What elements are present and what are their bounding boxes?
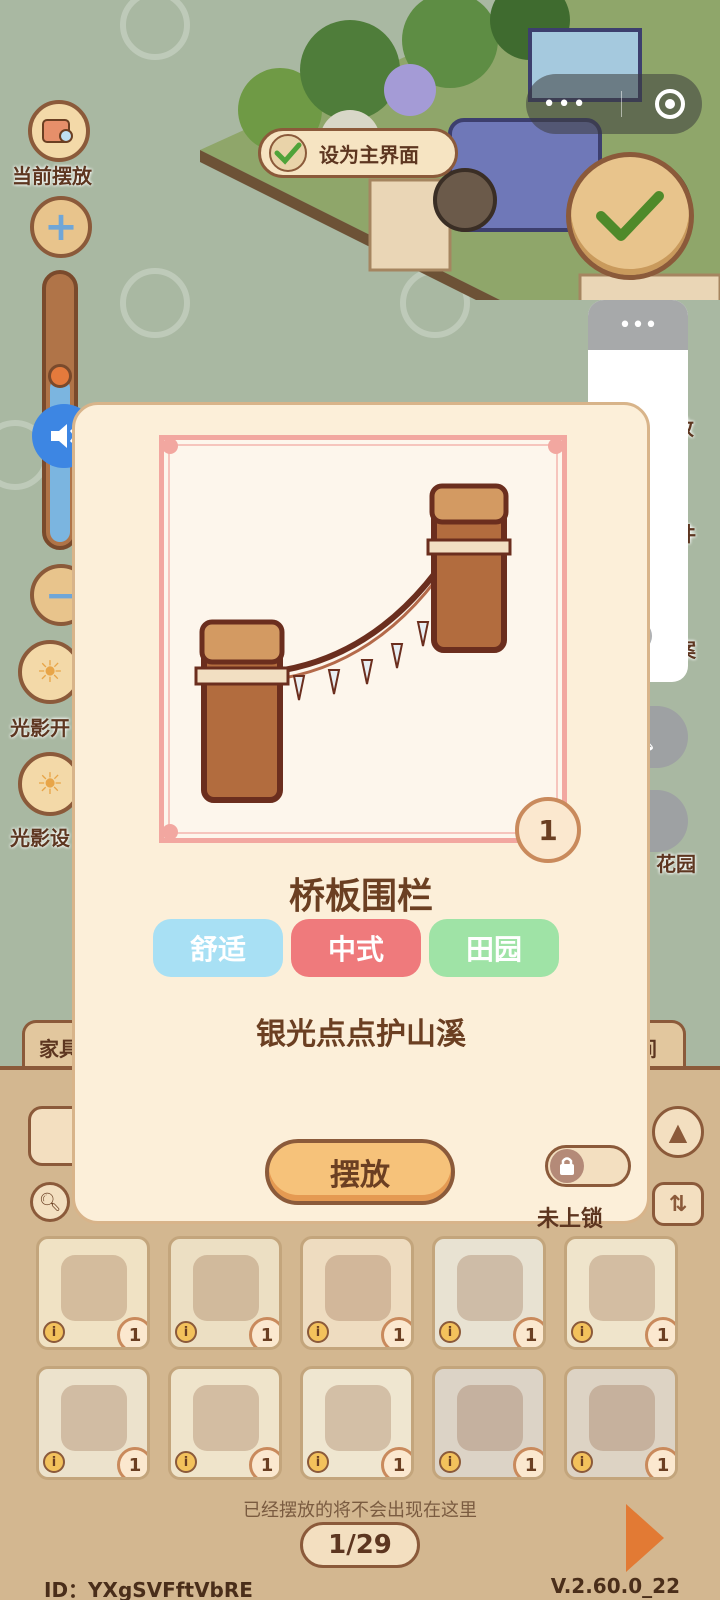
light-effect-on-label: 光影开 <box>10 716 70 740</box>
light-effect-settings-label: 光影设 <box>10 826 70 850</box>
sun-icon: ☀ <box>36 654 64 690</box>
mini-program-capsule: ••• <box>526 74 702 134</box>
slot-count-badge: 1 <box>513 1317 543 1347</box>
slot-count-badge: 1 <box>381 1447 411 1477</box>
inventory-slot[interactable]: i1 <box>36 1366 150 1480</box>
item-description: 银光点点护山溪 <box>256 1017 466 1052</box>
info-button[interactable]: i <box>307 1321 329 1343</box>
search-icon: 🔍︎ <box>38 1191 62 1213</box>
inventory-slot[interactable]: i1 <box>432 1236 546 1350</box>
sun-pattern-icon <box>120 0 190 60</box>
scroll-up-button[interactable]: ▲ <box>652 1106 704 1158</box>
vanity-dresser-icon <box>457 1385 523 1451</box>
hamster-books-icon <box>325 1255 391 1321</box>
inventory-slot[interactable]: i1 <box>36 1236 150 1350</box>
sunset-icon: ☀ <box>36 766 64 802</box>
info-button[interactable]: i <box>43 1451 65 1473</box>
info-button[interactable]: i <box>439 1451 461 1473</box>
slot-count-badge: 1 <box>645 1447 675 1477</box>
confirm-button[interactable] <box>566 152 694 280</box>
lock-icon <box>550 1149 584 1183</box>
slot-count-badge: 1 <box>117 1447 147 1477</box>
slot-count-badge: 1 <box>249 1447 279 1477</box>
chevron-up-icon: ▲ <box>668 1118 688 1146</box>
info-button[interactable]: i <box>43 1321 65 1343</box>
info-button[interactable]: i <box>307 1451 329 1473</box>
slot-count-badge: 1 <box>645 1317 675 1347</box>
inventory-slot[interactable]: i1 <box>168 1366 282 1480</box>
current-placement-label: 当前摆放 <box>12 164 92 188</box>
bridge-fence-icon <box>162 438 564 840</box>
user-id: ID：YXgSVFftVbRE <box>44 1578 253 1600</box>
slot-count-badge: 1 <box>249 1317 279 1347</box>
zoom-in-button[interactable]: + <box>30 196 92 258</box>
info-button[interactable]: i <box>571 1451 593 1473</box>
zoom-slider-thumb[interactable] <box>48 364 72 388</box>
plus-icon: + <box>44 204 78 250</box>
item-count-badge: 1 <box>515 797 581 863</box>
inventory-slot[interactable]: i1 <box>168 1236 282 1350</box>
info-button[interactable]: i <box>175 1321 197 1343</box>
slot-count-badge: 1 <box>381 1317 411 1347</box>
inventory-slot[interactable]: i1 <box>432 1366 546 1480</box>
book-stack-icon <box>193 1255 259 1321</box>
inventory-slot[interactable]: i1 <box>564 1236 678 1350</box>
capsule-divider <box>620 91 622 117</box>
picnic-mat-icon <box>589 1255 655 1321</box>
right-menu-label-4: 花园 <box>656 852 696 876</box>
bridge-fence-icon <box>589 1385 655 1451</box>
big-check-icon <box>596 191 664 241</box>
style-tag-comfort: 舒适 <box>153 919 283 977</box>
sort-button[interactable]: ⇅ <box>652 1182 704 1226</box>
inventory-slot[interactable]: i1 <box>300 1366 414 1480</box>
slot-count-badge: 1 <box>117 1317 147 1347</box>
inventory-hint: 已经摆放的将不会出现在这里 <box>243 1500 477 1521</box>
placement-search-icon <box>42 119 73 143</box>
set-main-screen-label: 设为主界面 <box>319 142 419 167</box>
lock-toggle[interactable] <box>545 1145 631 1187</box>
wechat-panel-more[interactable]: ••• <box>588 300 688 350</box>
item-name: 桥板围栏 <box>288 876 433 917</box>
flower-vine-icon <box>325 1385 391 1451</box>
lock-status-label: 未上锁 <box>537 1207 604 1232</box>
close-miniprogram-button[interactable] <box>655 89 686 119</box>
version-label: V.2.60.0_22 <box>550 1574 680 1598</box>
info-button[interactable]: i <box>571 1321 593 1343</box>
style-tag-chinese: 中式 <box>291 919 421 977</box>
sort-arrows-icon: ⇅ <box>668 1191 688 1217</box>
item-detail-popup: 1 桥板围栏 舒适 中式 田园 银光点点护山溪 摆放 未上锁 <box>72 402 650 1232</box>
sun-pattern-icon <box>120 268 190 338</box>
next-page-button[interactable] <box>626 1504 664 1572</box>
crystal-ball-icon <box>61 1385 127 1451</box>
page-indicator: 1/29 <box>300 1522 420 1568</box>
info-button[interactable]: i <box>439 1321 461 1343</box>
slot-count-badge: 1 <box>513 1447 543 1477</box>
set-main-screen-toggle[interactable]: 设为主界面 <box>258 128 458 178</box>
current-placement-button[interactable] <box>28 100 90 162</box>
inventory-slot[interactable]: i1 <box>564 1366 678 1480</box>
style-tag-pastoral: 田园 <box>429 919 559 977</box>
place-button[interactable]: 摆放 <box>265 1139 455 1205</box>
blue-flower-bush-icon <box>457 1255 523 1321</box>
check-icon <box>269 134 307 172</box>
target-icon <box>665 99 676 109</box>
more-options-button[interactable]: ••• <box>543 92 588 117</box>
item-image-frame <box>159 435 567 843</box>
info-button[interactable]: i <box>175 1451 197 1473</box>
inventory-search-button[interactable]: 🔍︎ <box>30 1182 70 1222</box>
hen-icon <box>193 1385 259 1451</box>
owl-plush-icon <box>61 1255 127 1321</box>
inventory-slot[interactable]: i1 <box>300 1236 414 1350</box>
